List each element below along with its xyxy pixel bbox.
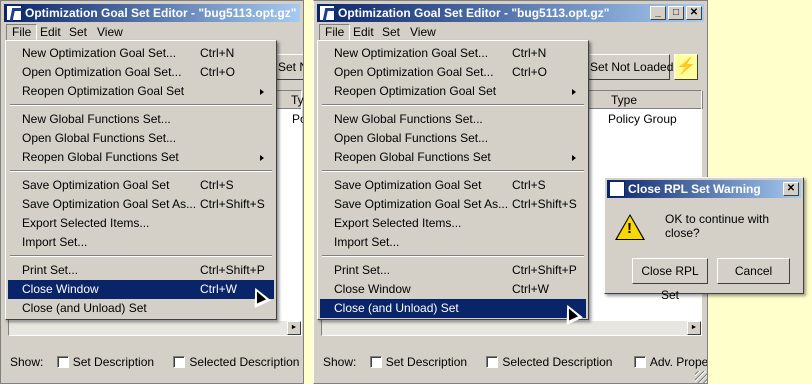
dialog-title-bar[interactable]: Close RPL Set Warning ✕: [607, 180, 801, 198]
menu-item-save-goal-set-as[interactable]: Save Optimization Goal Set As... Ctrl+Shi…: [320, 195, 586, 214]
submenu-arrow-icon: [572, 89, 576, 95]
menu-item-close-window[interactable]: Close Window Ctrl+W: [320, 280, 586, 299]
menu-separator: [322, 255, 584, 257]
checkbox-label: Adv. Properties: [649, 355, 708, 369]
show-label: Show:: [323, 355, 357, 369]
menu-item-save-goal-set[interactable]: Save Optimization Goal Set Ctrl+S: [8, 176, 274, 195]
app-icon: [319, 5, 335, 21]
window-title: Optimization Goal Set Editor - "bug5113.…: [25, 6, 297, 20]
set-description-checkbox[interactable]: [369, 356, 382, 368]
horizontal-scrollbar[interactable]: ►: [9, 321, 301, 335]
maximize-icon[interactable]: □: [668, 6, 684, 20]
show-options-row: Show: Set Description Selected Descripti…: [10, 355, 303, 369]
menu-item-new-goal-set[interactable]: New Optimization Goal Set... Ctrl+N: [8, 44, 274, 63]
table-cell-type: Po: [292, 112, 303, 126]
checkbox-label: Set Description: [72, 355, 155, 369]
menu-item-export-selected[interactable]: Export Selected Items...: [320, 214, 586, 233]
scroll-right-icon[interactable]: ►: [287, 321, 301, 335]
menu-separator: [322, 104, 584, 106]
column-type-header[interactable]: Type: [607, 91, 703, 109]
warning-icon: [615, 214, 645, 240]
dialog-message: OK to continue with close?: [665, 212, 770, 240]
submenu-arrow-icon: [260, 89, 264, 95]
menu-item-print-set[interactable]: Print Set... Ctrl+Shift+P: [8, 261, 274, 280]
checkbox-label: Selected Description: [502, 355, 613, 369]
menu-item-close-unload-set[interactable]: Close (and Unload) Set: [8, 299, 274, 318]
file-menu-left: New Optimization Goal Set... Ctrl+N Open …: [5, 40, 277, 320]
selected-description-checkbox[interactable]: [173, 356, 186, 368]
menu-item-import-set[interactable]: Import Set...: [8, 233, 274, 252]
menu-item-open-goal-set[interactable]: Open Optimization Goal Set... Ctrl+O: [320, 63, 586, 82]
adv-properties-checkbox[interactable]: [633, 356, 646, 368]
menu-file[interactable]: File: [319, 24, 351, 41]
menu-item-save-goal-set-as[interactable]: Save Optimization Goal Set As... Ctrl+Shi…: [8, 195, 274, 214]
menu-view[interactable]: View: [92, 24, 128, 41]
menu-item-reopen-global-functions[interactable]: Reopen Global Functions Set: [320, 148, 586, 167]
menu-item-reopen-global-functions[interactable]: Reopen Global Functions Set: [8, 148, 274, 167]
show-options-row: Show: Set Description Selected Descripti…: [323, 355, 708, 369]
menu-file[interactable]: File: [6, 24, 38, 41]
close-warning-dialog: Close RPL Set Warning ✕ OK to continue w…: [604, 177, 804, 302]
menu-edit[interactable]: Edit: [35, 24, 66, 41]
menu-item-new-global-functions[interactable]: New Global Functions Set...: [8, 110, 274, 129]
checkbox-label: Set Description: [385, 355, 468, 369]
menu-item-new-goal-set[interactable]: New Optimization Goal Set... Ctrl+N: [320, 44, 586, 63]
menu-separator: [322, 170, 584, 172]
submenu-arrow-icon: [572, 155, 576, 161]
close-rpl-set-button[interactable]: Close RPL Set: [632, 258, 708, 302]
menu-edit[interactable]: Edit: [348, 24, 379, 41]
set-status-button[interactable]: Set N: [273, 54, 303, 80]
menu-set[interactable]: Set: [64, 24, 92, 41]
minimize-icon[interactable]: _: [650, 6, 666, 20]
menu-separator: [10, 104, 272, 106]
show-label: Show:: [10, 355, 44, 369]
menu-item-export-selected[interactable]: Export Selected Items...: [8, 214, 274, 233]
menu-item-print-set[interactable]: Print Set... Ctrl+Shift+P: [320, 261, 586, 280]
menu-separator: [10, 170, 272, 172]
column-type-header[interactable]: Ty: [287, 91, 303, 109]
set-status-button[interactable]: Set Not Loaded: [585, 54, 673, 80]
close-icon[interactable]: ✕: [686, 6, 702, 20]
table-cell-type: Policy Group: [608, 112, 677, 126]
horizontal-scrollbar[interactable]: ►: [322, 321, 701, 335]
left-title-bar[interactable]: Optimization Goal Set Editor - "bug5113.…: [4, 4, 300, 22]
menu-item-open-global-functions[interactable]: Open Global Functions Set...: [320, 129, 586, 148]
menu-item-close-window[interactable]: Close Window Ctrl+W: [8, 280, 274, 299]
resize-grip-icon[interactable]: [695, 371, 707, 383]
menu-separator: [10, 255, 272, 257]
window-title: Optimization Goal Set Editor - "bug5113.…: [338, 6, 610, 20]
menu-view[interactable]: View: [405, 24, 441, 41]
file-menu-right: New Optimization Goal Set... Ctrl+N Open …: [317, 40, 589, 320]
caption-buttons: _ □ ✕: [650, 6, 702, 20]
scroll-right-icon[interactable]: ►: [687, 321, 701, 335]
menu-item-open-global-functions[interactable]: Open Global Functions Set...: [8, 129, 274, 148]
menu-item-reopen-goal-set[interactable]: Reopen Optimization Goal Set: [320, 82, 586, 101]
right-title-bar[interactable]: Optimization Goal Set Editor - "bug5113.…: [317, 4, 704, 22]
menu-item-new-global-functions[interactable]: New Global Functions Set...: [320, 110, 586, 129]
menu-item-close-unload-set[interactable]: Close (and Unload) Set: [320, 299, 586, 318]
checkbox-label: Selected Description: [189, 355, 300, 369]
app-icon: [6, 5, 22, 21]
selected-description-checkbox[interactable]: [486, 356, 499, 368]
submenu-arrow-icon: [260, 155, 264, 161]
dialog-title: Close RPL Set Warning: [628, 182, 761, 196]
set-description-checkbox[interactable]: [56, 356, 69, 368]
close-icon[interactable]: ✕: [783, 182, 799, 196]
menu-item-reopen-goal-set[interactable]: Reopen Optimization Goal Set: [8, 82, 274, 101]
cancel-button[interactable]: Cancel: [717, 258, 790, 284]
lightning-bolt-icon[interactable]: ⚡: [674, 54, 698, 80]
menu-item-open-goal-set[interactable]: Open Optimization Goal Set... Ctrl+O: [8, 63, 274, 82]
menu-item-save-goal-set[interactable]: Save Optimization Goal Set Ctrl+S: [320, 176, 586, 195]
menu-item-import-set[interactable]: Import Set...: [320, 233, 586, 252]
app-icon: [609, 181, 625, 197]
menu-set[interactable]: Set: [377, 24, 405, 41]
